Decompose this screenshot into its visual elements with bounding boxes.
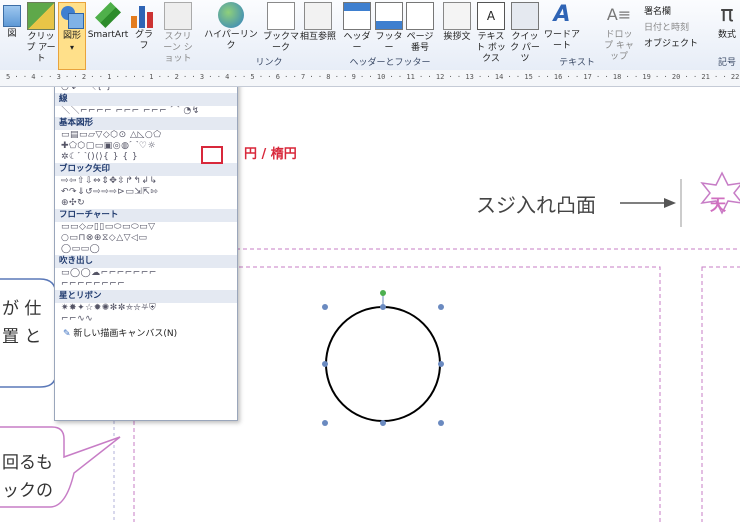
canvas-icon: ✎ [63,329,71,339]
text-frame-right [701,266,740,522]
text-box-icon: A [477,2,505,30]
shape-row[interactable]: ▭▤▭▱▽◇⬡⊙ △◺○⬠ [55,130,237,141]
picture-icon [3,5,21,27]
shape-row[interactable]: ＼＼⌐⌐⌐⌐ ⌐⌐⌐ ⌐⌐⌐ ⌒ ◔↯ [55,106,237,117]
page-number-button[interactable]: ページ 番号 [406,2,434,54]
screenshot-icon [164,2,192,30]
object-button[interactable]: オブジェクト [644,36,698,49]
clip-art-button[interactable]: クリップ アート [24,2,58,65]
page-number-icon [406,2,434,30]
shape-row[interactable]: ▭▭◇▱▯▯▭⬭▭⬭▭▽ [55,222,237,233]
header-button[interactable]: ヘッダー [342,2,372,54]
circle-shape[interactable] [325,306,441,422]
shape-row[interactable]: ◯▭▭◯ [55,244,237,255]
resize-handle-n[interactable] [380,304,386,310]
rotation-handle[interactable] [380,290,386,296]
picture-button[interactable]: 図 [2,2,22,40]
shape-category-header: 吹き出し [55,255,237,268]
callout-label: スジ入れ凸面 [476,193,596,217]
shapes-dropdown: 最近使用した図形▭▤＼＼□○▭△⌐⌐⇨⇩◔↯⌒＼{ }線＼＼⌐⌐⌐⌐ ⌐⌐⌐ ⌐… [54,87,238,421]
equation-button[interactable]: π 数式 [714,2,740,41]
resize-handle-ne[interactable] [438,304,444,310]
shapes-icon [59,3,85,29]
new-drawing-canvas-item[interactable]: ✎ 新しい描画キャンバス(N) [55,327,237,341]
wordart-icon: A [553,2,571,27]
date-time-button[interactable]: 日付と時刻 [644,20,689,33]
shape-category-header: 線 [55,93,237,106]
greeting-icon [443,2,471,30]
cross-reference-button[interactable]: 相互参照 [300,2,336,43]
globe-icon [218,2,244,28]
resize-handle-w[interactable] [322,361,328,367]
shape-category-header: ブロック矢印 [55,163,237,176]
shapes-button[interactable]: 図形 ▾ [58,2,86,70]
shapes-gallery: 最近使用した図形▭▤＼＼□○▭△⌐⌐⇨⇩◔↯⌒＼{ }線＼＼⌐⌐⌐⌐ ⌐⌐⌐ ⌐… [55,87,237,325]
clip-art-icon [27,2,55,30]
document-area: スジ入れ凸面 天 が 仕 置 と 回るも ックの 円 / 楕円 最近使用した図形… [0,87,740,522]
horizontal-ruler[interactable]: 5 · · 4 · · 3 · · 2 · · 1 · · · · 1 · · … [0,70,740,87]
shape-row[interactable]: ↶↷⇓↺⇨⇨⇨⊳▭⇲⇱⇰ [55,187,237,198]
bookmark-button[interactable]: ブックマーク [262,2,300,54]
resize-handle-se[interactable] [438,420,444,426]
quick-parts-icon [511,2,539,30]
oval-highlight[interactable] [201,146,223,164]
shape-category-header: 基本図形 [55,117,237,130]
greeting-button[interactable]: 挨拶文 [442,2,472,43]
header-icon [343,2,371,30]
signature-line-button[interactable]: 署名欄 [644,4,671,17]
shape-row[interactable]: ▭◯◯☁⌐⌐⌐⌐⌐⌐⌐ [55,268,237,279]
group-text: テキスト [559,58,595,68]
group-symbol: 記号 [717,58,736,68]
footer-icon [375,2,403,30]
bubble-1-text: が 仕 置 と [2,299,42,347]
resize-handle-e[interactable] [438,361,444,367]
resize-handle-s[interactable] [380,420,386,426]
badge-label: 天 [710,195,727,214]
pi-icon: π [720,2,734,27]
shape-row[interactable]: ⌐⌐∿∿ [55,314,237,325]
drop-cap-icon: A≡ [606,5,632,24]
screenshot-button[interactable]: スクリーン ショット [160,2,196,65]
chevron-down-icon: ▾ [69,43,74,52]
ribbon: 図 クリップ アート 図形 ▾ SmartArt グラフ スクリーン ショット … [0,0,740,71]
shape-category-header: フローチャート [55,209,237,222]
shape-category-header: 星とリボン [55,290,237,303]
shape-row[interactable]: ○▭⊓⊗⊕⧖◇△▽◁▭ [55,233,237,244]
resize-handle-sw[interactable] [322,420,328,426]
wordart-button[interactable]: A ワードアート [542,2,582,52]
bubble-2-text: 回るも ックの [2,453,53,501]
annotation-label: 円 / 楕円 [244,147,297,162]
shape-row[interactable]: ⇨⇦⇧⇩⇔⇕✥⇳↱↰↲↳ [55,176,237,187]
chart-icon [131,2,157,28]
smartart-icon [95,2,121,28]
shape-row[interactable]: ⊕✣↻ [55,198,237,209]
chart-button[interactable]: グラフ [131,2,157,52]
footer-button[interactable]: フッター [374,2,404,54]
resize-handle-nw[interactable] [322,304,328,310]
shape-row[interactable]: ⌐⌐⌐⌐⌐⌐⌐⌐ [55,279,237,290]
hyperlink-button[interactable]: ハイパーリンク [202,2,260,52]
arrow-head [664,198,676,208]
group-header-footer: ヘッダーとフッター [349,58,431,68]
group-link: リンク [255,58,283,68]
bookmark-icon [267,2,295,30]
drop-cap-button[interactable]: A≡ ドロップ キャップ [604,2,634,63]
shape-row[interactable]: ✷✸✦☆✹✺✻✼⛤⛦⛧⛨ [55,303,237,314]
smartart-button[interactable]: SmartArt [86,2,130,41]
cross-reference-icon [304,2,332,30]
